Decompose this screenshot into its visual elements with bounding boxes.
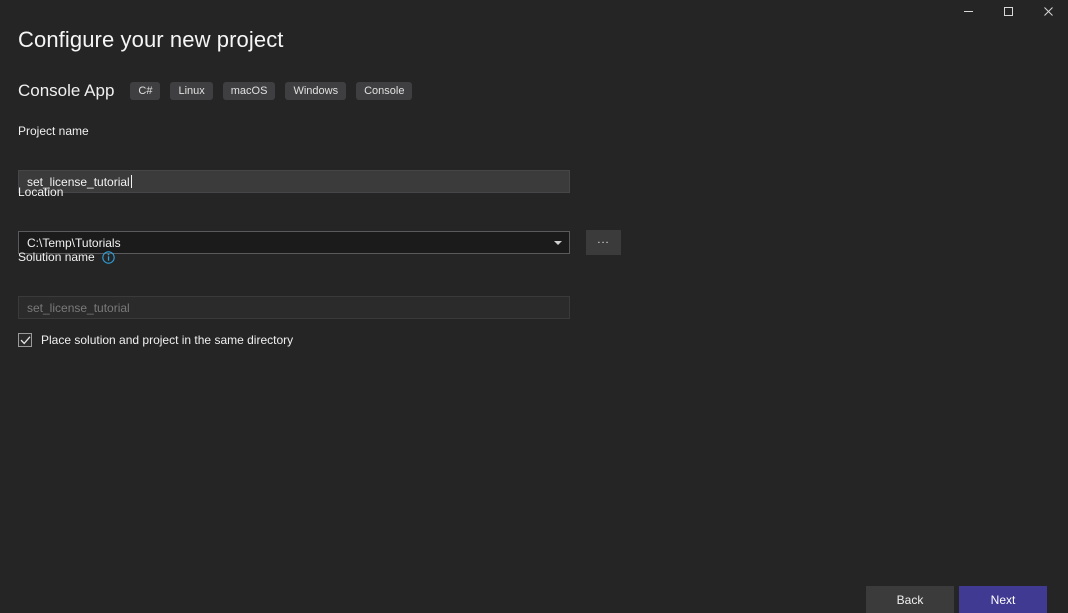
template-tag-console: Console (356, 82, 413, 100)
solution-name-placeholder: set_license_tutorial (27, 300, 130, 315)
template-summary: Console App C# Linux macOS Windows Conso… (18, 78, 422, 104)
browse-button[interactable]: ... (586, 230, 621, 255)
solution-name-label-text: Solution name (18, 250, 95, 264)
template-tag-macos: macOS (222, 82, 276, 100)
title-bar (0, 0, 1068, 22)
info-icon[interactable] (101, 250, 115, 264)
back-button[interactable]: Back (866, 586, 954, 613)
minimize-button[interactable] (948, 0, 988, 22)
template-tag-linux: Linux (170, 82, 213, 100)
chevron-down-icon[interactable] (554, 240, 562, 245)
configure-project-page: Configure your new project Console App C… (0, 22, 1068, 613)
same-directory-checkbox-row[interactable]: Place solution and project in the same d… (18, 331, 293, 349)
template-tag-windows: Windows (285, 82, 347, 100)
location-value: C:\Temp\Tutorials (27, 235, 121, 250)
maximize-icon (1003, 6, 1014, 17)
check-icon (20, 335, 30, 344)
solution-name-label: Solution name (18, 250, 115, 264)
close-icon (1043, 6, 1054, 17)
project-name-input[interactable]: set_license_tutorial (18, 170, 570, 193)
same-directory-checkbox[interactable] (18, 333, 32, 347)
template-tag-language: C# (130, 82, 161, 100)
minimize-icon (963, 6, 974, 17)
solution-name-input[interactable]: set_license_tutorial (18, 296, 570, 319)
maximize-button[interactable] (988, 0, 1028, 22)
project-name-label: Project name (18, 124, 89, 138)
same-directory-label: Place solution and project in the same d… (41, 333, 294, 347)
location-label: Location (18, 185, 64, 199)
template-name: Console App (18, 81, 115, 100)
next-button[interactable]: Next (959, 586, 1047, 613)
close-button[interactable] (1028, 0, 1068, 22)
page-title: Configure your new project (18, 27, 284, 52)
text-caret (130, 175, 132, 188)
